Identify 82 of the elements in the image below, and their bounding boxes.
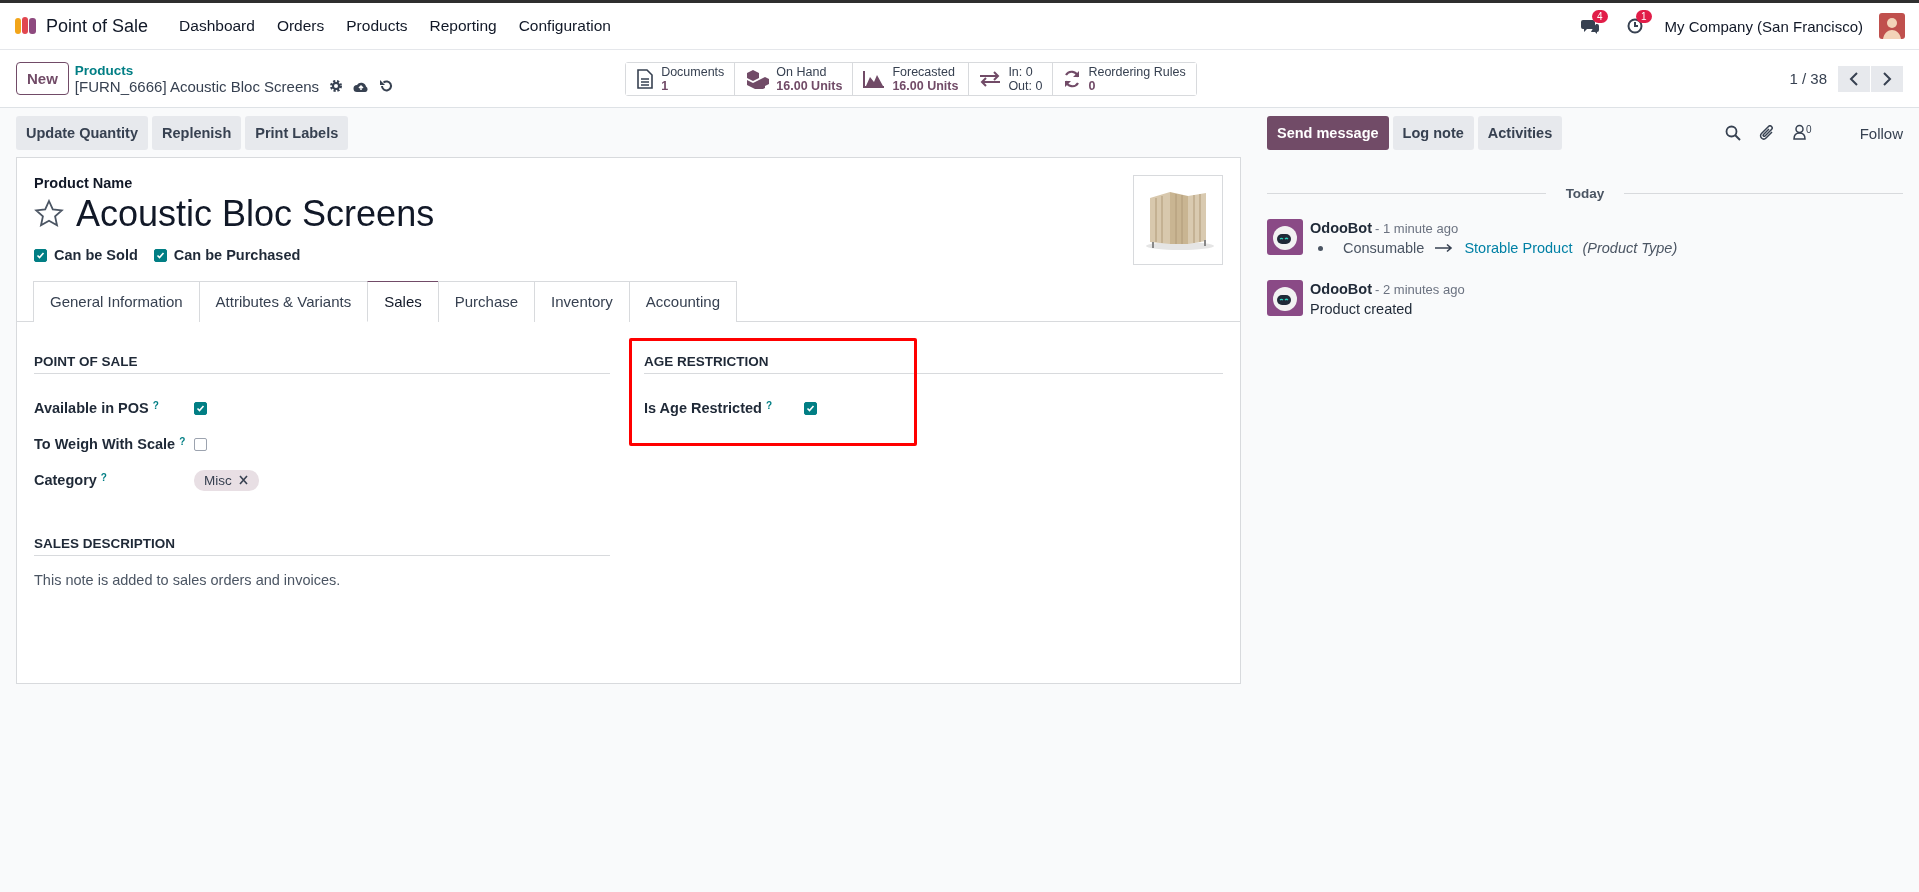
arrow-icon — [1434, 243, 1455, 253]
message-time: - 1 minute ago — [1375, 221, 1459, 236]
new-value: Storable Product — [1464, 240, 1573, 256]
field-label: Category ? — [34, 472, 108, 488]
field-label: Product Name — [34, 175, 134, 191]
menu-item[interactable]: Configuration — [507, 17, 622, 35]
action-button[interactable]: Update Quantity — [16, 116, 148, 150]
tab[interactable]: Sales — [367, 281, 439, 322]
gear-icon[interactable] — [329, 79, 344, 93]
message-author[interactable]: OdooBot — [1310, 281, 1372, 297]
section-title: POINT OF SALE — [34, 354, 610, 374]
chatter-button[interactable]: Log note — [1392, 116, 1474, 150]
tab[interactable]: General Information — [33, 281, 200, 322]
checkbox-label: Can be Sold — [54, 247, 138, 263]
chatter-button[interactable]: Activities — [1477, 116, 1563, 150]
message-author[interactable]: OdooBot — [1310, 220, 1372, 236]
checkbox[interactable] — [153, 248, 167, 262]
menu-item[interactable]: Dashboard — [168, 17, 266, 35]
checkbox-label: Can be Purchased — [173, 247, 301, 263]
refresh-icon — [1063, 69, 1082, 88]
tab[interactable]: Purchase — [437, 281, 536, 322]
remove-icon[interactable] — [236, 474, 249, 485]
smart-button[interactable]: Documents 1 — [626, 62, 736, 95]
new-button[interactable]: New — [16, 62, 69, 95]
checkmark-icon — [155, 250, 165, 260]
description-text[interactable]: This note is added to sales orders and invoices. — [34, 572, 610, 588]
notification-badge: 1 — [1636, 10, 1652, 23]
breadcrumb-link[interactable]: Products — [74, 62, 394, 78]
chat-icon[interactable] — [1580, 18, 1599, 34]
notification-badge: 4 — [1592, 10, 1608, 23]
paperclip-icon[interactable] — [1759, 125, 1776, 141]
section-title: SALES DESCRIPTION — [34, 536, 610, 556]
cubes-icon — [745, 68, 770, 89]
message-time: - 2 minutes ago — [1375, 282, 1465, 297]
checkbox[interactable] — [34, 248, 47, 262]
chevron-left-icon — [1849, 71, 1859, 86]
tab[interactable]: Attributes & Variants — [198, 281, 369, 322]
field-label: To Weigh With Scale ? — [34, 436, 187, 452]
undo-icon[interactable] — [379, 79, 394, 93]
robot-avatar-icon — [1267, 219, 1303, 255]
star-icon[interactable] — [34, 199, 64, 229]
follow-button[interactable]: Follow — [1859, 124, 1903, 142]
checkbox[interactable] — [194, 437, 207, 451]
action-button[interactable]: Print Labels — [245, 116, 349, 150]
checkbox[interactable] — [194, 401, 207, 415]
area-chart-icon — [863, 69, 886, 88]
action-button[interactable]: Replenish — [152, 116, 242, 150]
chatter-button[interactable]: Send message — [1267, 116, 1389, 150]
menu-item[interactable]: Products — [335, 17, 419, 35]
user-avatar-icon[interactable] — [1879, 13, 1905, 39]
checkmark-icon — [806, 403, 815, 413]
previous-button[interactable] — [1838, 65, 1870, 92]
field-label: Available in POS ? — [34, 400, 160, 416]
chevron-right-icon — [1882, 71, 1892, 86]
followers-button[interactable]: 0 — [1793, 123, 1812, 143]
message-body: Product created — [1310, 301, 1414, 317]
file-icon — [636, 68, 655, 89]
app-name[interactable]: Point of Sale — [46, 15, 149, 37]
date-separator: Today — [1565, 186, 1605, 201]
record-title: [FURN_6666] Acoustic Bloc Screens — [74, 77, 320, 95]
checkbox[interactable] — [804, 401, 817, 415]
company-switcher[interactable]: My Company (San Francisco) — [1664, 17, 1863, 35]
field-label: Is Age Restricted ? — [644, 400, 774, 416]
old-value: Consumable — [1343, 240, 1425, 256]
menu-item[interactable]: Orders — [265, 17, 336, 35]
checkmark-icon — [36, 250, 45, 260]
next-button[interactable] — [1871, 65, 1903, 92]
tag-chip[interactable]: Misc — [194, 469, 259, 491]
pager-counter[interactable]: 1 / 38 — [1789, 70, 1827, 87]
menu-item[interactable]: Reporting — [418, 17, 508, 35]
field-name: (Product Type) — [1582, 240, 1678, 256]
product-name: Acoustic Bloc Screens — [76, 193, 435, 235]
person-icon — [1793, 123, 1807, 140]
section-title: AGE RESTRICTION — [644, 354, 1223, 374]
tab[interactable]: Inventory — [534, 281, 630, 322]
app-logo-icon — [14, 16, 38, 36]
transfer-arrows-icon — [979, 70, 1002, 87]
tab[interactable]: Accounting — [628, 281, 738, 322]
search-icon[interactable] — [1725, 125, 1742, 141]
robot-avatar-icon — [1267, 280, 1303, 316]
checkmark-icon — [196, 403, 205, 413]
clock-icon[interactable] — [1626, 18, 1643, 34]
